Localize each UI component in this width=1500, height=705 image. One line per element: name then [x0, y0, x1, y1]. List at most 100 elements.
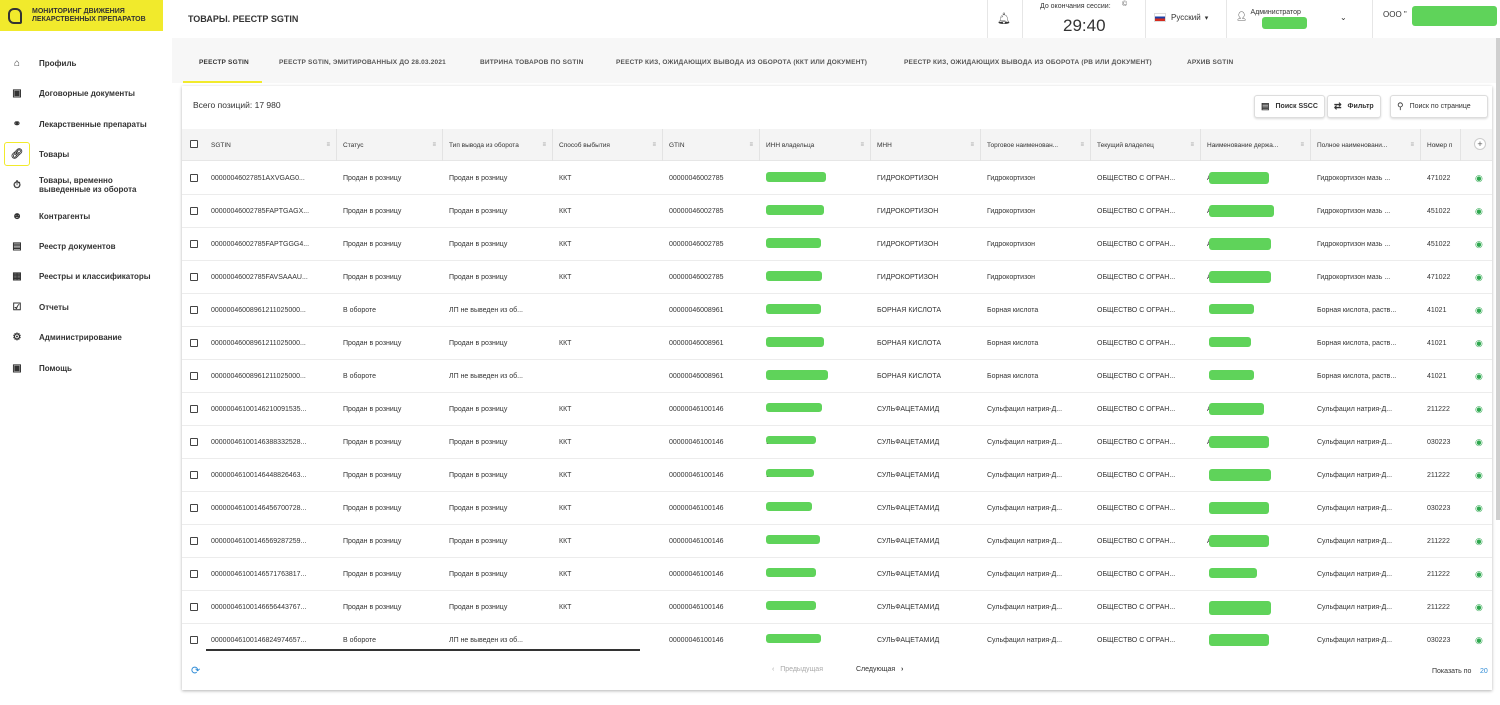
sort-icon[interactable]: ≡ — [970, 142, 974, 148]
sidebar-item-11[interactable]: ▣ Помощь — [0, 353, 172, 384]
sort-icon[interactable]: ≡ — [860, 142, 864, 148]
language-select[interactable]: Русский ▾ — [1154, 13, 1208, 22]
column-header-5[interactable]: GTIN ≡ — [663, 129, 760, 161]
table-row[interactable]: 00000046100146388332528... Продан в розни… — [182, 426, 1492, 459]
view-eye-icon[interactable]: ◉ — [1475, 305, 1483, 316]
sort-icon[interactable]: ≡ — [542, 142, 546, 148]
view-eye-icon[interactable]: ◉ — [1475, 437, 1483, 448]
sort-icon[interactable]: ≡ — [749, 142, 753, 148]
table-row[interactable]: 00000046008961211025000... Продан в розни… — [182, 327, 1492, 360]
view-eye-icon[interactable]: ◉ — [1475, 536, 1483, 547]
sidebar-item-3[interactable]: ⚭ Лекарственные препараты — [0, 109, 172, 140]
table-row[interactable]: 00000046008961211025000... В обороте ЛП не… — [182, 294, 1492, 327]
table-row[interactable]: 00000046008961211025000... В обороте ЛП не… — [182, 360, 1492, 393]
view-eye-icon[interactable]: ◉ — [1475, 371, 1483, 382]
tab-4[interactable]: РЕЕСТР КИЗ, ОЖИДАЮЩИХ ВЫВОДА ИЗ ОБОРОТА … — [616, 59, 867, 66]
table-row[interactable]: 00000046100146824974657... В обороте ЛП не… — [182, 624, 1492, 650]
row-checkbox[interactable] — [190, 273, 198, 281]
row-checkbox[interactable] — [190, 570, 198, 578]
tab-1[interactable]: РЕЕСТР SGTIN — [199, 59, 249, 66]
column-header-1[interactable]: SGTIN ≡ — [205, 129, 337, 161]
brand-logo[interactable]: МОНИТОРИНГ ДВИЖЕНИЯ ЛЕКАРСТВЕННЫХ ПРЕПАР… — [0, 0, 163, 31]
tab-2[interactable]: РЕЕСТР SGTIN, ЭМИТИРОВАННЫХ ДО 28.03.202… — [279, 59, 446, 66]
table-row[interactable]: 00000046002785FAPTGGG4... Продан в розниц… — [182, 228, 1492, 261]
table-row[interactable]: 00000046002785FAVSAAAU... Продан в розниц… — [182, 261, 1492, 294]
sort-icon[interactable]: ≡ — [652, 142, 656, 148]
row-checkbox[interactable] — [190, 471, 198, 479]
sidebar-item-1[interactable]: ⌂ Профиль — [0, 48, 172, 79]
chevron-down-icon[interactable]: ⌄ — [1340, 13, 1347, 22]
column-header-12[interactable]: Номер п — [1421, 129, 1461, 161]
view-eye-icon[interactable]: ◉ — [1475, 173, 1483, 184]
select-all-checkbox[interactable] — [190, 140, 198, 148]
column-header-11[interactable]: Полное наименовани... ≡ — [1311, 129, 1421, 161]
vertical-scrollbar[interactable] — [1496, 38, 1500, 520]
tab-5[interactable]: РЕЕСТР КИЗ, ОЖИДАЮЩИХ ВЫВОДА ИЗ ОБОРОТА … — [904, 59, 1152, 66]
table-row[interactable]: 00000046100146456700728... Продан в розни… — [182, 492, 1492, 525]
view-eye-icon[interactable]: ◉ — [1475, 569, 1483, 580]
view-eye-icon[interactable]: ◉ — [1475, 404, 1483, 415]
tab-6[interactable]: АРХИВ SGTIN — [1187, 59, 1233, 66]
horizontal-scrollbar[interactable] — [206, 649, 640, 651]
column-header-2[interactable]: Статус ≡ — [337, 129, 443, 161]
add-column-icon[interactable]: + — [1474, 138, 1486, 150]
row-checkbox[interactable] — [190, 504, 198, 512]
sscc-search-button[interactable]: ▤ Поиск SSCC — [1254, 95, 1325, 118]
sort-icon[interactable]: ≡ — [1300, 142, 1304, 148]
organization-name[interactable]: ООО " — [1383, 10, 1407, 19]
filter-button[interactable]: ⇄ Фильтр — [1327, 95, 1381, 118]
sort-icon[interactable]: ≡ — [1190, 142, 1194, 148]
page-search-button[interactable]: ⚲ Поиск по странице — [1390, 95, 1488, 118]
table-row[interactable]: 00000046100146571763817... Продан в розни… — [182, 558, 1492, 591]
view-eye-icon[interactable]: ◉ — [1475, 635, 1483, 646]
table-row[interactable]: 00000046100146656443767... Продан в розни… — [182, 591, 1492, 624]
column-header-7[interactable]: МНН ≡ — [871, 129, 981, 161]
table-row[interactable]: 00000046002785FAPTGAGX... Продан в розниц… — [182, 195, 1492, 228]
sidebar-item-8[interactable]: ▦ Реестры и классификаторы — [0, 261, 172, 292]
table-row[interactable]: 00000046100146569287259... Продан в розни… — [182, 525, 1492, 558]
sidebar-item-9[interactable]: ☑ Отчеты — [0, 292, 172, 323]
sidebar-item-5[interactable]: ⏱︎ Товары, временно выведенные из оборота — [0, 170, 172, 200]
row-checkbox[interactable] — [190, 537, 198, 545]
view-eye-icon[interactable]: ◉ — [1475, 338, 1483, 349]
column-header-10[interactable]: Наименование держа... ≡ — [1201, 129, 1311, 161]
table-row[interactable]: 00000046100146448826463... Продан в розни… — [182, 459, 1492, 492]
row-checkbox[interactable] — [190, 603, 198, 611]
row-checkbox[interactable] — [190, 438, 198, 446]
sort-icon[interactable]: ≡ — [1080, 142, 1084, 148]
sort-icon[interactable]: ≡ — [432, 142, 436, 148]
per-page-select[interactable]: 20 — [1480, 668, 1488, 675]
view-eye-icon[interactable]: ◉ — [1475, 239, 1483, 250]
refresh-icon[interactable]: ⟳ — [191, 664, 200, 677]
row-checkbox[interactable] — [190, 636, 198, 644]
tab-3[interactable]: ВИТРИНА ТОВАРОВ ПО SGTIN — [480, 59, 583, 66]
row-checkbox[interactable] — [190, 174, 198, 182]
sidebar-item-4[interactable]: 🔗︎ Товары — [0, 139, 172, 170]
view-eye-icon[interactable]: ◉ — [1475, 503, 1483, 514]
view-eye-icon[interactable]: ◉ — [1475, 206, 1483, 217]
view-eye-icon[interactable]: ◉ — [1475, 272, 1483, 283]
bell-icon[interactable]: 🔔︎ — [997, 12, 1011, 25]
column-header-3[interactable]: Тип вывода из оборота ≡ — [443, 129, 553, 161]
prev-page-button[interactable]: ‹ Предыдущая — [772, 666, 823, 673]
row-checkbox[interactable] — [190, 405, 198, 413]
row-checkbox[interactable] — [190, 372, 198, 380]
table-row[interactable]: 00000046027851AXVGAG0... Продан в розницу… — [182, 162, 1492, 195]
sidebar-item-7[interactable]: ▤ Реестр документов — [0, 231, 172, 262]
sort-icon[interactable]: ≡ — [1410, 142, 1414, 148]
next-page-button[interactable]: Следующая › — [856, 666, 903, 673]
column-header-8[interactable]: Торговое наименован... ≡ — [981, 129, 1091, 161]
row-checkbox[interactable] — [190, 306, 198, 314]
row-checkbox[interactable] — [190, 339, 198, 347]
sidebar-item-6[interactable]: ☻ Контрагенты — [0, 201, 172, 232]
view-eye-icon[interactable]: ◉ — [1475, 602, 1483, 613]
view-eye-icon[interactable]: ◉ — [1475, 470, 1483, 481]
row-checkbox[interactable] — [190, 240, 198, 248]
sidebar-item-2[interactable]: ▣ Договорные документы — [0, 78, 172, 109]
column-header-4[interactable]: Способ выбытия ≡ — [553, 129, 663, 161]
row-checkbox[interactable] — [190, 207, 198, 215]
table-row[interactable]: 00000046100146210091535... Продан в розни… — [182, 393, 1492, 426]
column-header-9[interactable]: Текущий владелец ≡ — [1091, 129, 1201, 161]
sidebar-item-10[interactable]: ⚙︎ Администрирование — [0, 322, 172, 353]
session-info-icon[interactable]: © — [1122, 1, 1127, 8]
